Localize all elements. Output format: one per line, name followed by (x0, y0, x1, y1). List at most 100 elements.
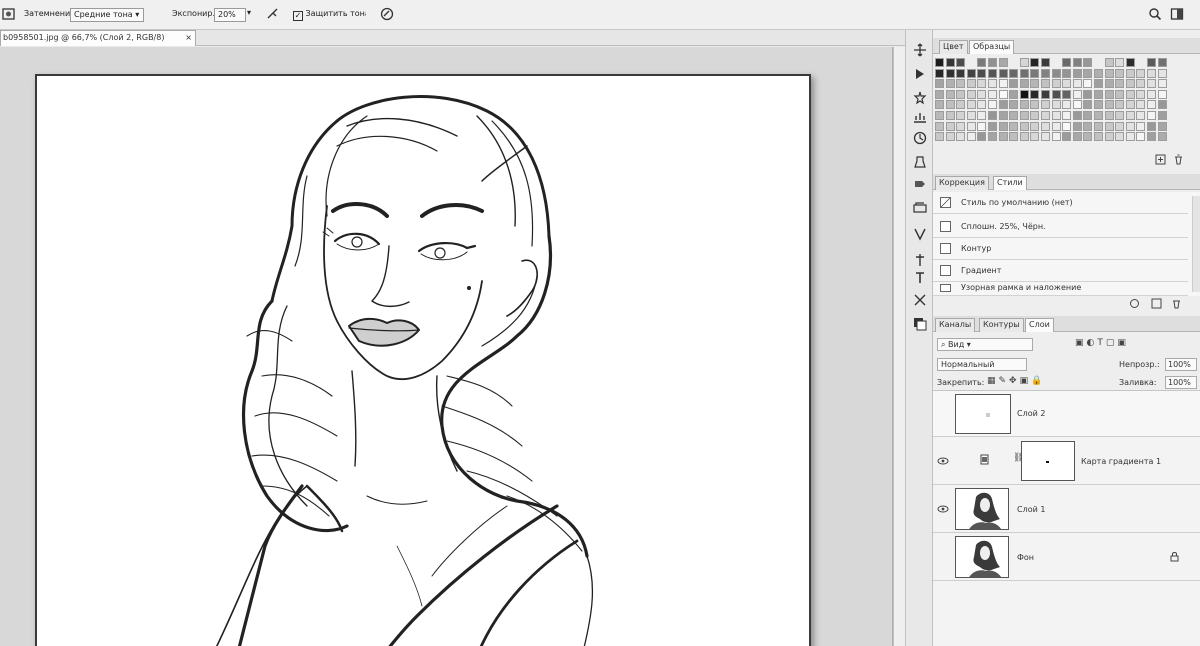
swatch[interactable] (1072, 111, 1082, 120)
swatch[interactable] (1051, 89, 1061, 99)
swatch[interactable] (998, 111, 1008, 120)
swatch[interactable] (998, 68, 1008, 78)
history-icon[interactable] (912, 154, 928, 170)
fill-field[interactable]: 100% (1165, 376, 1197, 389)
swatch[interactable] (977, 132, 987, 142)
swatch[interactable] (1115, 132, 1125, 142)
swatch[interactable] (1125, 111, 1135, 120)
lock-icons[interactable]: ▦✎✥▣🔒 (987, 376, 1057, 388)
swatch[interactable] (1019, 111, 1029, 120)
swatch[interactable] (1157, 79, 1167, 89)
swatch[interactable] (988, 132, 997, 142)
gradient-icon[interactable] (912, 200, 928, 216)
swatch[interactable] (966, 68, 976, 78)
swatch[interactable] (1094, 89, 1103, 99)
swatch[interactable] (1051, 100, 1061, 110)
eraser-icon[interactable] (912, 176, 928, 192)
swatch[interactable] (1115, 111, 1125, 120)
swatch[interactable] (988, 121, 997, 131)
adjustment-icon[interactable] (1129, 298, 1140, 309)
swatch[interactable] (935, 79, 944, 89)
swatch[interactable] (1041, 68, 1050, 78)
swatch[interactable] (1072, 58, 1082, 67)
swatch[interactable] (1125, 132, 1135, 142)
swatch[interactable] (1136, 79, 1146, 89)
swatch[interactable] (998, 100, 1008, 110)
swatch[interactable] (1147, 100, 1156, 110)
swatch[interactable] (1104, 132, 1114, 142)
eye-icon[interactable] (937, 504, 949, 514)
brush-icon[interactable] (912, 110, 928, 126)
swatch[interactable] (1094, 79, 1103, 89)
airbrush-icon[interactable] (266, 7, 280, 21)
swatch[interactable] (1115, 121, 1125, 131)
swatch[interactable] (1125, 121, 1135, 131)
swatch[interactable] (1019, 79, 1029, 89)
swatch[interactable] (1019, 89, 1029, 99)
workspace-icon[interactable] (1170, 7, 1184, 21)
swatch[interactable] (1062, 100, 1072, 110)
swatch[interactable] (1115, 79, 1125, 89)
swatch[interactable] (1030, 100, 1040, 110)
swatch[interactable] (1147, 89, 1156, 99)
swatch[interactable] (977, 58, 987, 67)
swatch[interactable] (1104, 68, 1114, 78)
swatch[interactable] (1072, 121, 1082, 131)
swatch[interactable] (988, 58, 997, 67)
swatch[interactable] (945, 68, 955, 78)
swatch[interactable] (998, 58, 1008, 67)
swatch[interactable] (1104, 79, 1114, 89)
color-icon[interactable] (912, 316, 928, 332)
swatch[interactable] (1136, 121, 1146, 131)
exposure-field[interactable]: 20% (214, 8, 246, 22)
tool-preset-icon[interactable] (2, 7, 16, 21)
swatch[interactable] (935, 100, 944, 110)
swatch[interactable] (1104, 58, 1114, 67)
tab-color[interactable]: Цвет (939, 40, 968, 54)
blend-mode-dropdown[interactable]: Нормальный (937, 358, 1027, 371)
swatch[interactable] (988, 111, 997, 120)
document-tab[interactable]: b0958501.jpg @ 66,7% (Слой 2, RGB/8) × (0, 30, 196, 46)
swatch[interactable] (966, 79, 976, 89)
swatch[interactable] (1030, 58, 1040, 67)
swatch[interactable] (1051, 121, 1061, 131)
pen-icon[interactable] (912, 252, 928, 268)
swatch[interactable] (1115, 100, 1125, 110)
swatch[interactable] (1041, 58, 1050, 67)
swatch[interactable] (1104, 100, 1114, 110)
swatch[interactable] (1041, 121, 1050, 131)
swatch[interactable] (977, 79, 987, 89)
swatch[interactable] (1083, 100, 1093, 110)
swatch[interactable] (1062, 68, 1072, 78)
tab-swatches[interactable]: Образцы (969, 40, 1015, 54)
swatch[interactable] (1125, 58, 1135, 67)
swatch[interactable] (1083, 111, 1093, 120)
swatch[interactable] (1019, 100, 1029, 110)
swatch[interactable] (1147, 79, 1156, 89)
exposure-slider-arrow[interactable]: ▾ (247, 8, 251, 17)
swatch[interactable] (1030, 79, 1040, 89)
swatch[interactable] (1009, 132, 1019, 142)
swatch[interactable] (1125, 79, 1135, 89)
swatch[interactable] (998, 89, 1008, 99)
swatch[interactable] (1147, 121, 1156, 131)
layer-name[interactable]: Слой 1 (1017, 505, 1045, 514)
swatch[interactable] (977, 89, 987, 99)
pressure-icon[interactable] (380, 7, 394, 21)
clone-icon[interactable] (912, 130, 928, 146)
swatch[interactable] (1062, 89, 1072, 99)
swatch[interactable] (1094, 68, 1103, 78)
swatch[interactable] (998, 79, 1008, 89)
style-item[interactable]: Стиль по умолчанию (нет) (933, 192, 1188, 214)
swatch[interactable] (956, 68, 966, 78)
swatch[interactable] (1147, 68, 1156, 78)
swatch[interactable] (1104, 89, 1114, 99)
close-icon[interactable]: × (185, 31, 192, 45)
style-item[interactable]: Контур (933, 238, 1188, 260)
swatch[interactable] (1009, 121, 1019, 131)
swatch[interactable] (1157, 58, 1167, 67)
swatch[interactable] (1083, 89, 1093, 99)
swatch[interactable] (998, 132, 1008, 142)
styles-scrollbar[interactable] (1192, 196, 1200, 292)
swatch[interactable] (1157, 121, 1167, 131)
